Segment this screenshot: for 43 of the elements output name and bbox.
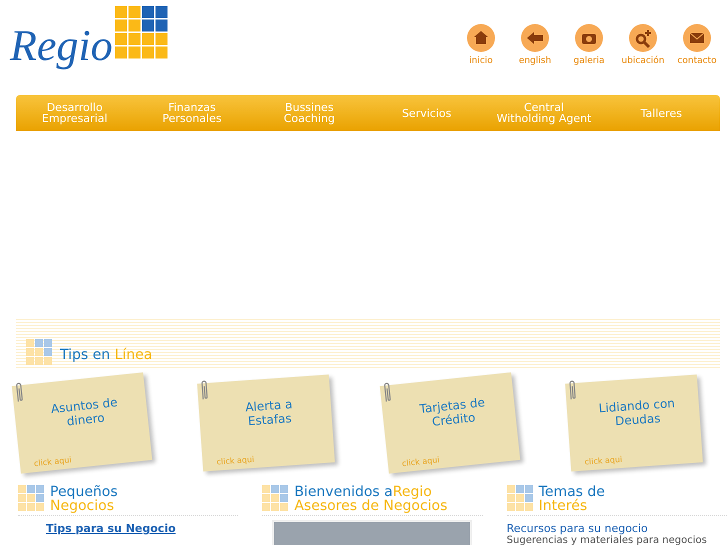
top-link[interactable]: galeria <box>565 24 613 66</box>
paperclip-icon <box>566 378 578 402</box>
column-heading: Temas de Interés <box>538 485 605 513</box>
nav-item[interactable]: Desarrollo Empresarial <box>24 102 125 124</box>
grid-icon <box>18 485 44 511</box>
sticky-note[interactable]: Asuntos de dinero click aqui <box>12 372 152 474</box>
top-link[interactable]: english <box>511 24 559 66</box>
nav-item[interactable]: Servicios <box>376 108 477 118</box>
column-heading: Bienvenidos aRegio Asesores de Negocios <box>294 485 448 513</box>
sticky-note[interactable]: Tarjetas de Crédito click aqui <box>380 372 520 474</box>
camera-icon <box>575 24 603 52</box>
grid-icon <box>26 339 52 365</box>
section-title: Tips en Línea <box>60 347 152 363</box>
envelope-icon <box>683 24 711 52</box>
grid-icon <box>506 485 533 511</box>
regio-logo[interactable]: Regio <box>10 6 169 68</box>
nav-item[interactable]: Finanzas Personales <box>142 102 242 124</box>
nav-item[interactable]: Bussines Coaching <box>259 102 360 124</box>
column-heading: Pequeños Negocios <box>50 485 118 513</box>
sticky-note[interactable]: Lidiando con Deudas click aqui <box>565 374 703 472</box>
note-title: Asuntos de dinero <box>49 394 120 431</box>
nav-item[interactable]: Central Witholding Agent <box>494 102 594 124</box>
home-icon <box>467 24 495 52</box>
grid-icon <box>262 485 288 511</box>
click-link[interactable]: click aqui <box>584 450 697 467</box>
zoom-in-icon <box>629 24 657 52</box>
nav-item[interactable]: Talleres <box>611 108 712 118</box>
click-link[interactable]: click aqui <box>34 448 146 468</box>
paperclip-icon <box>381 380 394 404</box>
top-link[interactable]: ubicación <box>619 24 667 66</box>
resources-link[interactable]: Recursos para su negocio <box>506 522 727 535</box>
click-link[interactable]: click aqui <box>216 450 329 467</box>
paperclip-icon <box>198 378 210 402</box>
note-title: Alerta a Estafas <box>244 396 294 430</box>
top-link[interactable]: contacto <box>673 24 721 66</box>
resources-text: Sugerencias y materiales para negocios <box>506 535 708 545</box>
paperclip-icon <box>13 380 26 404</box>
click-link[interactable]: click aqui <box>402 448 514 468</box>
sticky-note[interactable]: Alerta a Estafas click aqui <box>197 374 335 472</box>
note-title: Lidiando con Deudas <box>597 396 676 430</box>
top-link[interactable]: inicio <box>457 24 505 66</box>
note-title: Tarjetas de Crédito <box>418 394 486 431</box>
tips-link[interactable]: Tips para su Negocio <box>46 522 238 535</box>
